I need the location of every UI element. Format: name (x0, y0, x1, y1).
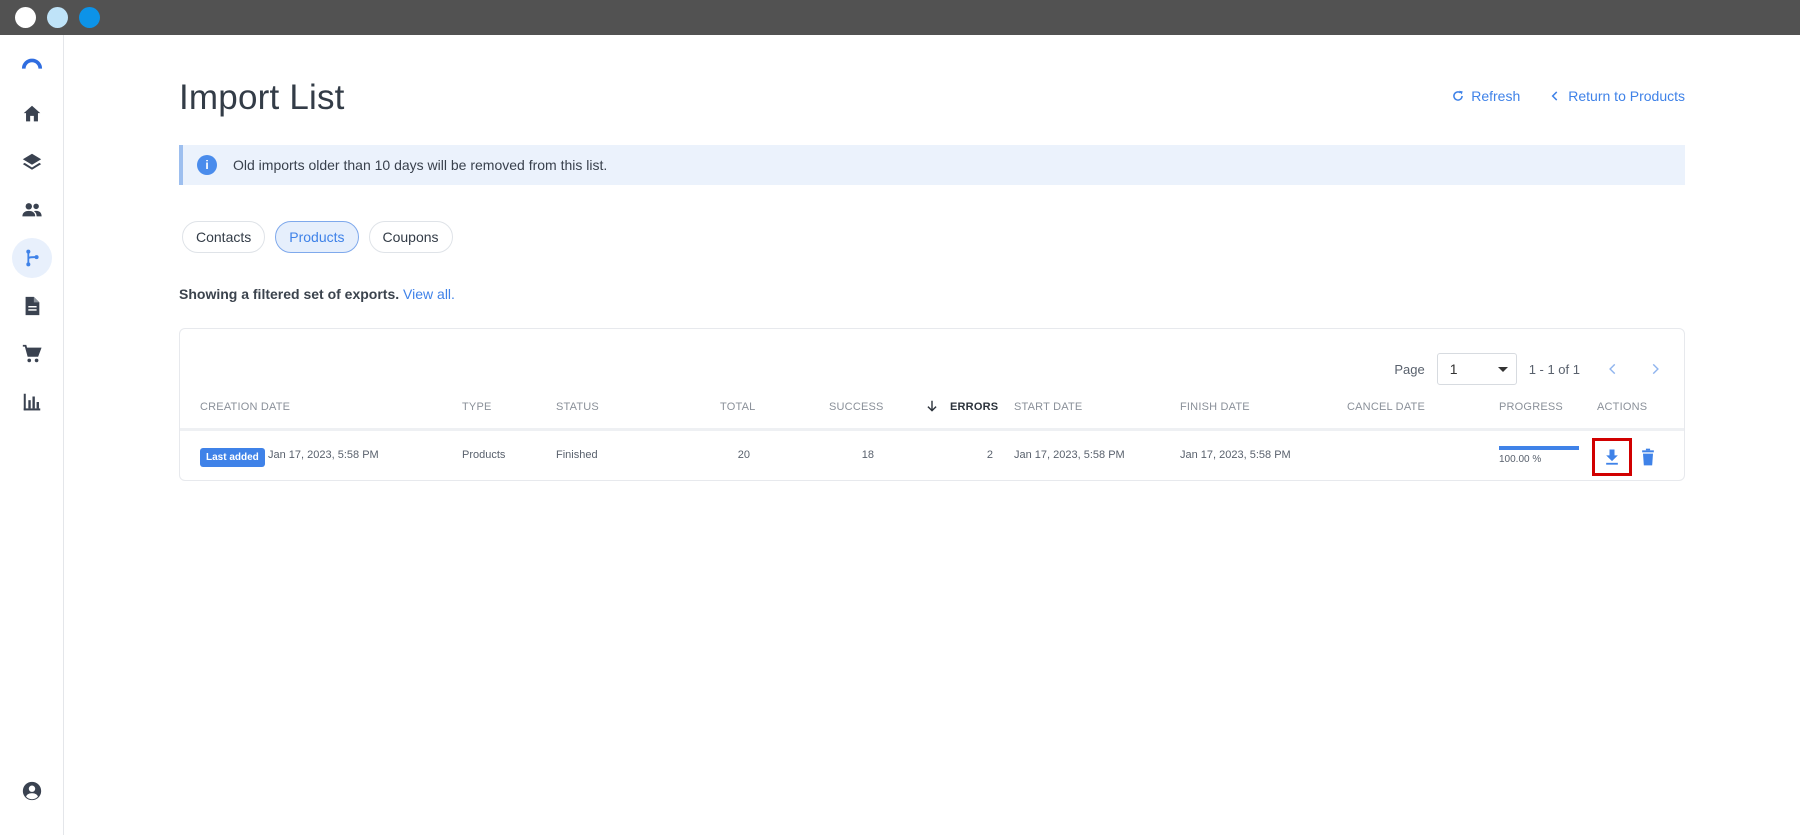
tab-contacts[interactable]: Contacts (182, 221, 266, 253)
cart-icon (22, 344, 42, 363)
imports-table-card: Page 1 1 - 1 of 1 CREATION DATE TYPE STA… (179, 328, 1685, 481)
page-label: Page (1394, 361, 1425, 377)
import-type-tabs: Contacts Products Coupons (182, 221, 453, 253)
col-actions: ACTIONS (1597, 401, 1648, 413)
view-all-link[interactable]: View all. (403, 286, 455, 302)
arrow-down-icon[interactable] (925, 399, 939, 413)
refresh-link[interactable]: Refresh (1451, 88, 1520, 104)
table-header: CREATION DATE TYPE STATUS TOTAL SUCCESS … (180, 399, 1684, 431)
filter-note: Showing a filtered set of exports. View … (179, 286, 455, 302)
tab-coupons[interactable]: Coupons (368, 221, 453, 253)
sidebar-item-documents[interactable] (12, 286, 52, 326)
branch-icon (26, 249, 39, 267)
progress-fill (1499, 446, 1579, 450)
window-maximize-dot[interactable] (79, 7, 100, 28)
sidebar-item-layers[interactable] (12, 142, 52, 182)
page-select[interactable]: 1 (1436, 353, 1517, 385)
col-progress: PROGRESS (1499, 401, 1563, 413)
refresh-icon (1453, 90, 1464, 101)
table-row: Last added Jan 17, 2023, 5:58 PM Product… (180, 434, 1684, 480)
col-errors[interactable]: ERRORS (950, 401, 998, 413)
chevron-right-icon (1652, 363, 1659, 375)
sidebar-item-contacts[interactable] (12, 190, 52, 230)
sidebar-item-cart[interactable] (12, 334, 52, 374)
delete-button[interactable] (1628, 438, 1668, 476)
progress-track (1499, 446, 1579, 450)
col-cancel-date[interactable]: CANCEL DATE (1347, 401, 1425, 413)
chevron-left-icon (1609, 363, 1616, 375)
col-creation-date[interactable]: CREATION DATE (200, 401, 290, 413)
app-logo[interactable] (12, 45, 52, 85)
progress-bar: 100.00 % (1499, 446, 1579, 465)
page-range: 1 - 1 of 1 (1528, 361, 1580, 377)
return-to-products-link[interactable]: Return to Products (1548, 88, 1685, 104)
pagination: Page 1 1 - 1 of 1 (1394, 353, 1664, 385)
window-minimize-dot[interactable] (47, 7, 68, 28)
caret-down-icon (1497, 366, 1508, 372)
cell-status: Finished (556, 449, 598, 461)
cell-errors: 2 (986, 449, 993, 461)
home-icon (23, 105, 41, 122)
col-status[interactable]: STATUS (556, 401, 599, 413)
cell-creation-date: Jan 17, 2023, 5:58 PM (268, 449, 379, 461)
col-start-date[interactable]: START DATE (1014, 401, 1082, 413)
col-type[interactable]: TYPE (462, 401, 492, 413)
col-success[interactable]: SUCCESS (829, 401, 884, 413)
info-notice: i Old imports older than 10 days will be… (179, 145, 1685, 185)
cell-total: 20 (737, 449, 750, 461)
cell-finish-date: Jan 17, 2023, 5:58 PM (1180, 449, 1291, 461)
page-select-value: 1 (1449, 361, 1458, 377)
chevron-left-icon (1551, 91, 1558, 101)
last-added-badge: Last added (200, 448, 265, 467)
progress-label: 100.00 % (1499, 454, 1542, 465)
col-total[interactable]: TOTAL (720, 401, 755, 413)
arc-logo-icon (21, 58, 43, 69)
layers-icon (22, 153, 42, 170)
refresh-label: Refresh (1471, 88, 1521, 104)
tab-products[interactable]: Products (275, 221, 359, 253)
return-label: Return to Products (1568, 88, 1685, 104)
filter-note-text: Showing a filtered set of exports. (179, 286, 400, 302)
bar-chart-icon (23, 393, 41, 411)
document-icon (25, 296, 40, 316)
prev-page-button[interactable] (1604, 360, 1622, 378)
next-page-button[interactable] (1646, 360, 1664, 378)
sidebar-item-account[interactable] (12, 771, 52, 811)
download-button[interactable] (1592, 438, 1632, 476)
cell-type: Products (462, 449, 506, 461)
sidebar (0, 35, 64, 835)
people-icon (22, 203, 42, 217)
download-icon (1606, 449, 1618, 465)
window-close-dot[interactable] (15, 7, 36, 28)
sidebar-item-flows[interactable] (12, 238, 52, 278)
trash-icon (1642, 448, 1654, 466)
info-icon: i (197, 155, 217, 175)
cell-start-date: Jan 17, 2023, 5:58 PM (1014, 449, 1125, 461)
col-finish-date[interactable]: FINISH DATE (1180, 401, 1250, 413)
user-circle-icon (22, 781, 42, 801)
page-title: Import List (179, 78, 345, 117)
window-titlebar (0, 0, 1800, 35)
notice-text: Old imports older than 10 days will be r… (233, 157, 608, 173)
cell-success: 18 (861, 449, 874, 461)
sidebar-item-home[interactable] (12, 94, 52, 134)
sidebar-item-reports[interactable] (12, 382, 52, 422)
header-actions: Refresh Return to Products (1451, 88, 1685, 104)
